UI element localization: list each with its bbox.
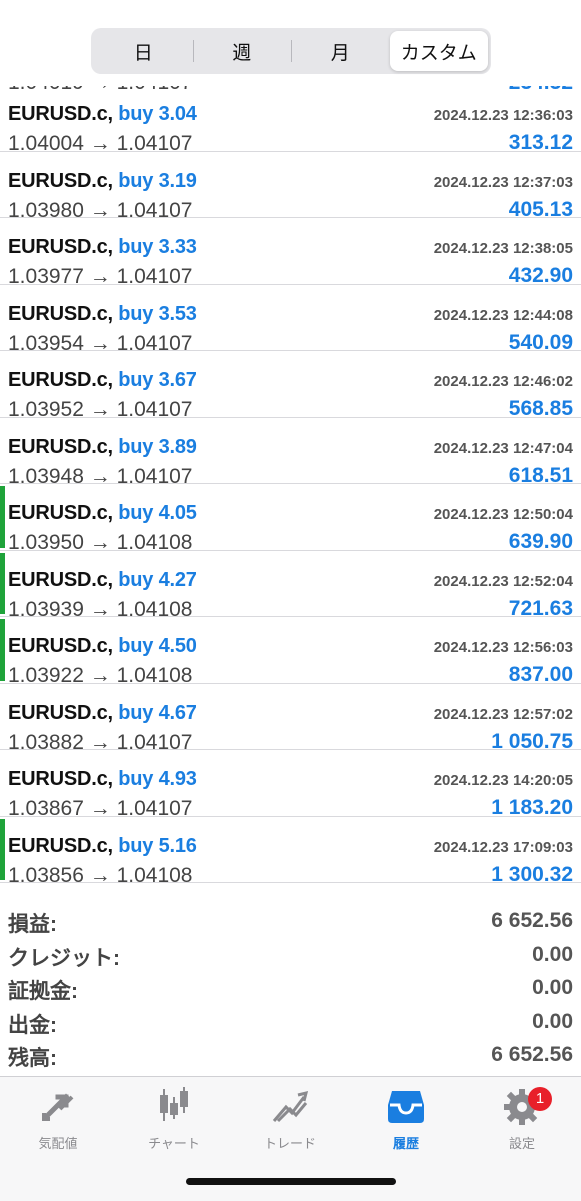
account-summary: 損益: 6 652.56 クレジット: 0.00 証拠金: 0.00 出金: 0.00 残高: 6… [0,906,581,1074]
candlestick-chart-icon [160,1087,188,1121]
deal-side-volume: buy 4.27 [118,568,197,591]
deal-side-volume: buy 3.33 [118,236,197,258]
deal-symbol: EURUSD.c, buy 4.50 [8,635,197,657]
deal-side-volume: buy 3.19 [118,169,197,192]
quotes-arrows-icon [42,1093,74,1121]
deal-row[interactable]: EURUSD.c, buy 4.67 2024.12.23 12:57:02 1.0… [0,684,581,754]
tab-label: 履歴 [392,1136,419,1151]
deal-side-volume: buy 4.50 [118,635,197,657]
deal-symbol: EURUSD.c, buy 3.19 [8,169,197,192]
tab-label: トレード [263,1136,316,1151]
deal-symbol: EURUSD.c, buy 4.27 [8,568,197,591]
deal-time: 2024.12.23 12:52:04 [433,572,573,590]
notification-badge: 1 [528,1087,552,1111]
summary-row: 出金: 0.00 [0,1007,581,1041]
deal-prices: 1.03856 → 1.04108 [8,863,193,887]
segment-month[interactable]: 月 [291,31,390,71]
tab-trade[interactable]: トレード [232,1083,348,1153]
summary-label: 残高: [8,1047,57,1070]
deal-row[interactable]: EURUSD.c, buy 3.04 2024.12.23 12:36:03 1.0… [0,85,581,155]
summary-value: 6 652.56 [491,1043,573,1066]
deal-time: 2024.12.23 12:36:03 [433,107,573,124]
period-selector-bar: 日 週 月 カスタム [0,0,581,86]
deal-time: 2024.12.23 14:20:05 [433,772,573,789]
tab-label: 気配値 [38,1136,78,1151]
deal-row[interactable]: EURUSD.c, buy 4.93 2024.12.23 14:20:05 1.0… [0,750,581,820]
trade-trend-icon [272,1090,309,1123]
deal-symbol: EURUSD.c, buy 5.16 [8,834,197,857]
summary-value: 0.00 [532,942,573,966]
history-inbox-icon [388,1091,424,1123]
deal-symbol: EURUSD.c, buy 3.89 [8,435,197,458]
deal-side-volume: buy 3.67 [118,369,197,391]
deal-symbol: EURUSD.c, buy 3.04 [8,103,197,125]
deal-symbol: EURUSD.c, buy 3.53 [8,302,197,325]
deal-profit: 1 300.32 [491,862,573,886]
summary-value: 0.00 [532,1009,573,1033]
deal-time: 2024.12.23 12:47:04 [433,439,573,457]
deal-symbol: EURUSD.c, buy 3.33 [8,236,197,258]
deal-side-volume: buy 3.89 [118,435,197,458]
deal-symbol: EURUSD.c, buy 4.67 [8,701,197,724]
tab-label: チャート [148,1136,200,1151]
summary-row: クレジット: 0.00 [0,940,581,974]
deal-time: 2024.12.23 12:38:05 [433,240,573,257]
summary-row: 残高: 6 652.56 [0,1040,581,1074]
deal-row[interactable]: EURUSD.c, buy 3.67 2024.12.23 12:46:02 1.0… [0,351,581,421]
deal-row[interactable]: EURUSD.c, buy 5.16 2024.12.23 17:09:03 1.0… [0,817,581,887]
segment-custom[interactable]: カスタム [389,31,488,71]
deal-side-volume: buy 4.93 [118,768,197,790]
summary-label: 証拠金: [8,980,78,1003]
tab-history[interactable]: 履歴 [348,1083,464,1153]
deal-row[interactable]: EURUSD.c, buy 4.50 2024.12.23 12:56:03 1.0… [0,617,581,687]
deal-time: 2024.12.23 12:50:04 [433,506,573,523]
tab-quotes[interactable]: 気配値 [0,1083,116,1153]
tab-label: 設定 [508,1136,535,1151]
deal-row[interactable]: EURUSD.c, buy 3.33 2024.12.23 12:38:05 1.0… [0,218,581,288]
deal-time: 2024.12.23 12:46:02 [433,373,573,390]
deal-side-volume: buy 4.67 [118,701,197,724]
deal-symbol: EURUSD.c, buy 3.67 [8,369,197,391]
deal-row[interactable]: EURUSD.c, buy 4.27 2024.12.23 12:52:04 1.0… [0,551,581,621]
deal-symbol: EURUSD.c, buy 4.93 [8,768,197,790]
deal-time: 2024.12.23 12:37:03 [433,173,573,191]
tab-chart[interactable]: チャート [116,1083,232,1153]
deal-row[interactable]: EURUSD.c, buy 3.89 2024.12.23 12:47:04 1.0… [0,418,581,488]
summary-row: 証拠金: 0.00 [0,973,581,1007]
deal-row[interactable]: EURUSD.c, buy 4.05 2024.12.23 12:50:04 1.0… [0,484,581,554]
home-indicator [186,1178,396,1185]
deals-list[interactable]: 1.04019 → 1.04107 234.32 EURUSD.c, buy 3… [0,57,581,887]
deal-row[interactable]: EURUSD.c, buy 3.19 2024.12.23 12:37:03 1.0… [0,152,581,222]
summary-label: クレジット: [8,946,120,970]
deal-time: 2024.12.23 12:44:08 [433,306,573,324]
deal-side-volume: buy 3.53 [118,302,197,325]
summary-row: 損益: 6 652.56 [0,906,581,940]
deal-side-volume: buy 4.05 [118,502,197,524]
tab-settings[interactable]: 1 設定 [464,1083,580,1153]
segment-day[interactable]: 日 [94,31,193,71]
period-segmented-control: 日 週 月 カスタム [91,28,491,74]
deal-time: 2024.12.23 12:57:02 [433,705,573,723]
deal-side-volume: buy 3.04 [118,103,197,125]
summary-value: 0.00 [532,976,573,999]
deal-time: 2024.12.23 17:09:03 [433,838,573,856]
deal-side-volume: buy 5.16 [118,834,197,857]
deal-symbol: EURUSD.c, buy 4.05 [8,502,197,524]
segment-week[interactable]: 週 [192,31,292,71]
summary-label: 出金: [8,1013,57,1037]
deal-time: 2024.12.23 12:56:03 [433,639,573,656]
summary-label: 損益: [8,913,57,936]
summary-value: 6 652.56 [491,909,573,932]
deal-row[interactable]: EURUSD.c, buy 3.53 2024.12.23 12:44:08 1.0… [0,285,581,355]
